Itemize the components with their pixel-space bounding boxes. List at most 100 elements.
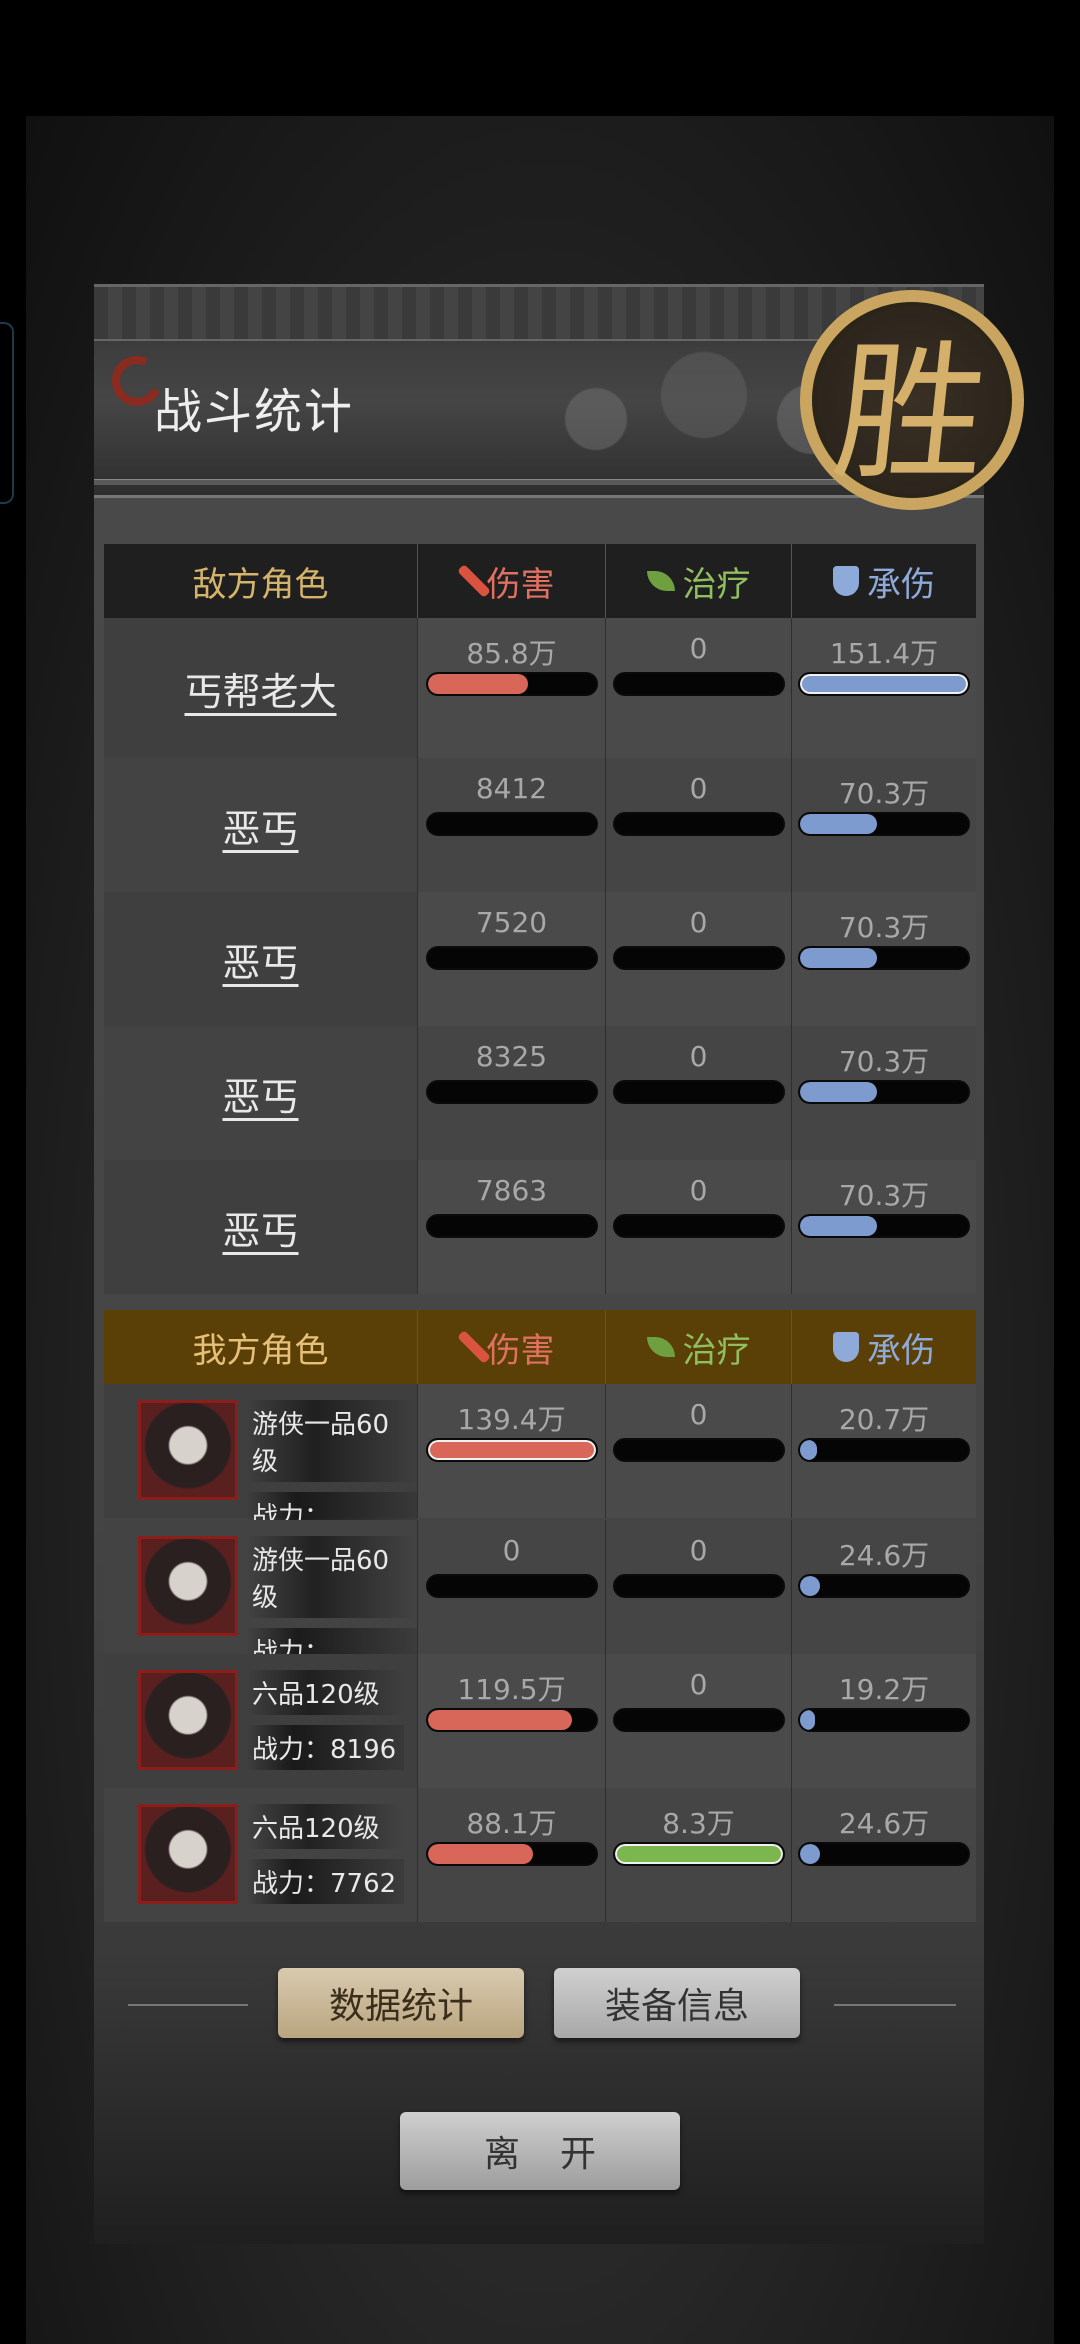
damage-cell: 0 [418, 1520, 606, 1654]
enemy-name[interactable]: 恶丐 [222, 798, 298, 853]
side-edge-tab[interactable] [0, 322, 14, 504]
tank-bar [798, 1574, 970, 1598]
damage-bar [425, 1438, 598, 1462]
heal-bar [612, 1080, 785, 1104]
victory-seal-char: 胜 [826, 326, 995, 501]
damage-cell: 139.4万 [418, 1384, 606, 1518]
damage-value: 8325 [475, 1040, 548, 1073]
ally-info-cell: 六品120级 战力：7762 [104, 1788, 418, 1922]
tank-bar [798, 1214, 970, 1238]
tank-cell: 70.3万 [792, 892, 976, 1026]
heal-cell: 0 [606, 1384, 792, 1518]
tank-cell: 70.3万 [792, 758, 976, 892]
hero-portrait[interactable] [138, 1670, 238, 1770]
heal-label: 治疗 [682, 564, 751, 605]
tank-cell: 24.6万 [792, 1788, 976, 1922]
leaf-icon [646, 1337, 675, 1357]
divider-right [834, 2004, 956, 2006]
equipment-info-button[interactable]: 装备信息 [554, 1968, 800, 2038]
enemy-row[interactable]: 恶丐 7520 0 70.3万 [104, 892, 976, 1026]
enemy-name-cell: 恶丐 [104, 758, 418, 892]
damage-cell: 85.8万 [418, 618, 606, 758]
hero-portrait[interactable] [138, 1400, 238, 1500]
enemy-name[interactable]: 恶丐 [222, 932, 298, 987]
enemy-name[interactable]: 恶丐 [222, 1066, 298, 1121]
leave-button[interactable]: 离开 [400, 2112, 680, 2190]
hero-portrait[interactable] [138, 1804, 238, 1904]
damage-value: 85.8万 [466, 637, 557, 670]
tank-cell: 24.6万 [792, 1520, 976, 1654]
tank-value: 19.2万 [838, 1673, 930, 1706]
heal-value: 0 [689, 1398, 708, 1431]
tank-bar [798, 1438, 970, 1462]
hero-rank: 六品120级 [246, 1804, 405, 1849]
hero-info: 六品120级 战力：8196 [246, 1670, 405, 1770]
enemy-name-cell: 恶丐 [104, 1026, 418, 1160]
ally-row[interactable]: 游侠一品60级战力：15005 139.4万 0 20.7万 [104, 1384, 976, 1567]
sword-icon [456, 1330, 491, 1364]
hero-rank: 游侠一品60级 [246, 1536, 417, 1618]
heal-bar-fill [614, 1844, 783, 1864]
ally-header-damage: 伤害 [418, 1310, 606, 1384]
heal-value: 0 [689, 1534, 708, 1567]
damage-bar [425, 1080, 598, 1104]
enemy-row[interactable]: 丐帮老大 85.8万 0 151.4万 [104, 618, 976, 758]
heal-cell: 0 [606, 1520, 792, 1654]
damage-bar [425, 1708, 598, 1732]
enemy-header-tank: 承伤 [792, 544, 976, 618]
enemy-row[interactable]: 恶丐 7863 0 70.3万 [104, 1160, 976, 1294]
ally-row[interactable]: 六品120级 战力：8196 119.5万 0 19.2万 [104, 1654, 976, 1788]
tank-bar [798, 1708, 970, 1732]
heal-bar [612, 1214, 785, 1238]
enemy-name-cell: 丐帮老大 [104, 618, 418, 758]
ally-row[interactable]: 六品120级 战力：7762 88.1万 8.3万 24.6万 [104, 1788, 976, 1922]
enemy-header-label: 敌方角色 [104, 544, 418, 618]
tank-bar [798, 1080, 970, 1104]
heal-bar [612, 946, 785, 970]
victory-seal: 胜 [800, 290, 1024, 510]
ally-row[interactable]: 游侠一品60级战力：13249 0 0 24.6万 [104, 1520, 976, 1703]
damage-label: 伤害 [486, 564, 555, 605]
tank-value: 70.3万 [838, 777, 930, 810]
hero-power: 战力：7762 [246, 1859, 405, 1904]
tank-bar-fill [800, 1576, 821, 1596]
heal-cell: 0 [606, 758, 792, 892]
enemy-name[interactable]: 恶丐 [222, 1200, 298, 1255]
damage-bar-fill [427, 674, 529, 694]
ally-header-label: 我方角色 [104, 1310, 418, 1384]
damage-value: 119.5万 [457, 1673, 566, 1706]
page-title: 战斗统计 [154, 384, 355, 440]
hero-rank: 六品120级 [246, 1670, 405, 1715]
tank-bar-fill [800, 948, 878, 968]
tank-bar-fill [800, 1710, 816, 1730]
tank-value: 70.3万 [838, 1045, 930, 1078]
damage-bar-fill [427, 1710, 572, 1730]
damage-bar [425, 1214, 598, 1238]
enemy-row[interactable]: 恶丐 8412 0 70.3万 [104, 758, 976, 892]
damage-value: 7863 [475, 1174, 548, 1207]
enemy-row[interactable]: 恶丐 8325 0 70.3万 [104, 1026, 976, 1160]
damage-bar-fill [427, 1844, 534, 1864]
heal-value: 0 [689, 1174, 708, 1207]
enemy-name[interactable]: 丐帮老大 [184, 661, 336, 716]
damage-bar [425, 1574, 598, 1598]
divider-left [128, 2004, 248, 2006]
ally-header-heal: 治疗 [606, 1310, 792, 1384]
heal-bar [612, 1438, 785, 1462]
heal-cell: 0 [606, 1160, 792, 1294]
ally-info-cell: 游侠一品60级战力：15005 [104, 1384, 418, 1567]
damage-value: 88.1万 [466, 1807, 557, 1840]
ally-header-tank: 承伤 [792, 1310, 976, 1384]
heal-bar [612, 1574, 785, 1598]
data-stats-button[interactable]: 数据统计 [278, 1968, 524, 2038]
damage-value: 139.4万 [457, 1403, 566, 1436]
tank-bar [798, 946, 970, 970]
hero-portrait[interactable] [138, 1536, 238, 1636]
enemy-name-cell: 恶丐 [104, 892, 418, 1026]
tank-label: 承伤 [867, 1330, 935, 1371]
heal-value: 0 [689, 632, 708, 665]
heal-cell: 8.3万 [606, 1788, 792, 1922]
damage-bar [425, 812, 598, 836]
heal-bar [612, 1842, 785, 1866]
heal-label: 治疗 [682, 1330, 751, 1371]
